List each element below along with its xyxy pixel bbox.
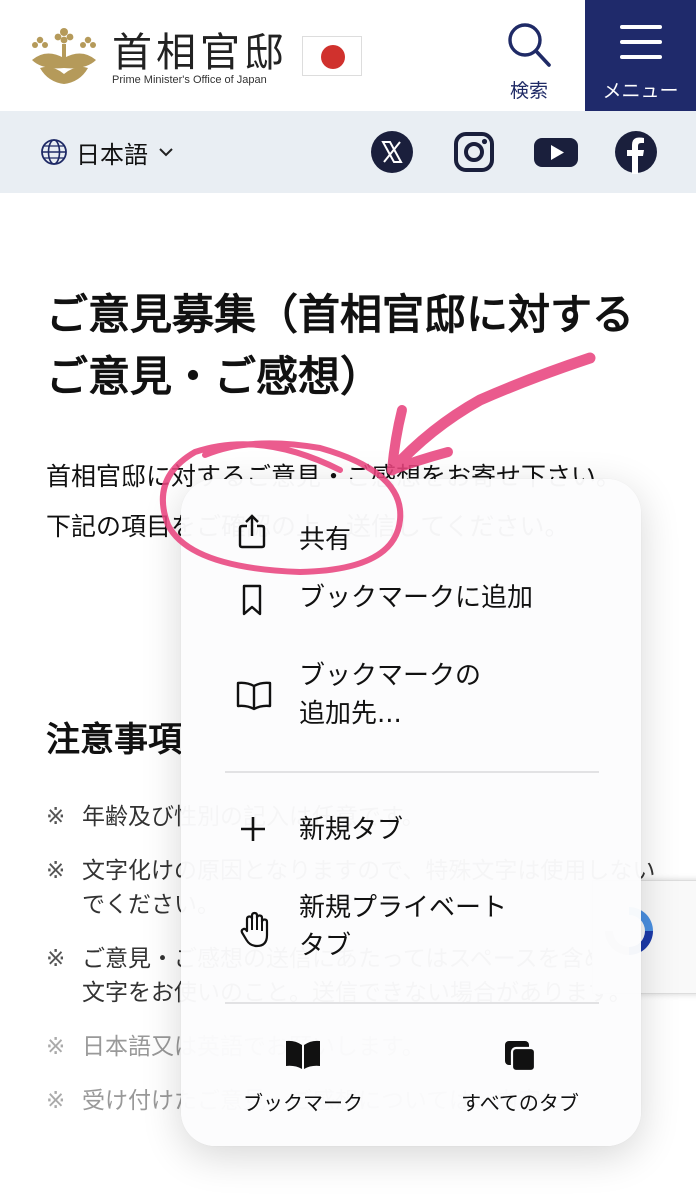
site-logo-subtitle: Prime Minister's Office of Japan: [112, 74, 267, 86]
language-selector[interactable]: 日本語: [40, 135, 174, 169]
menu-item-bookmark-to[interactable]: ブックマークの 追加先...: [181, 657, 641, 733]
paulownia-emblem-icon: [32, 28, 96, 84]
menu-separator: [225, 771, 599, 773]
menu-item-label: 共有: [299, 525, 352, 555]
site-logo-title[interactable]: 首相官邸: [112, 20, 288, 78]
globe-icon: [41, 139, 67, 165]
note-mark: ※: [46, 946, 66, 972]
bookmarks-button[interactable]: ブックマーク: [203, 1029, 403, 1119]
bookmarks-icon: [286, 1040, 320, 1069]
section-heading: 注意事項: [46, 720, 182, 760]
menu-button[interactable]: メニュー: [585, 0, 696, 111]
youtube-icon[interactable]: [533, 130, 579, 174]
browser-context-menu: 共有 ブックマークに追加 ブックマークの 追加先... 新規タブ 新規プライベー…: [181, 479, 641, 1146]
all-tabs-button[interactable]: すべてのタブ: [420, 1029, 620, 1119]
utility-bar: 日本語: [0, 111, 696, 193]
book-icon: [236, 681, 272, 711]
chevron-down-icon: [159, 148, 173, 157]
japan-flag-icon: [302, 36, 362, 76]
menu-item-label: ブックマークに追加: [299, 583, 534, 613]
hand-icon: [240, 911, 269, 948]
search-icon: [508, 23, 551, 67]
tabs-icon: [505, 1041, 537, 1073]
page-title: ご意見募集（首相官邸に対するご意見・ご感想）: [46, 290, 635, 401]
note-mark: ※: [46, 804, 66, 830]
site-header: 首相官邸 Prime Minister's Office of Japan 検索…: [0, 0, 696, 111]
note-mark: ※: [46, 1034, 66, 1060]
hamburger-icon: [620, 25, 662, 70]
note-mark: ※: [46, 1088, 66, 1114]
bookmark-icon: [242, 584, 262, 616]
menu-label: メニュー: [602, 80, 679, 102]
search-button[interactable]: 検索: [494, 16, 564, 102]
menu-item-add-bookmark[interactable]: ブックマークに追加: [181, 577, 641, 629]
menu-item-new-private-tab[interactable]: 新規プライベート タブ: [181, 889, 641, 969]
menu-item-new-tab[interactable]: 新規タブ: [181, 805, 641, 855]
menu-item-share[interactable]: 共有: [181, 499, 641, 563]
x-icon[interactable]: [370, 130, 414, 174]
bookmarks-label: ブックマーク: [243, 1091, 363, 1115]
all-tabs-label: すべてのタブ: [461, 1091, 579, 1115]
plus-icon: [241, 817, 265, 841]
menu-item-label: 新規プライベート タブ: [299, 893, 508, 961]
share-icon: [238, 514, 266, 549]
note-mark: ※: [46, 858, 66, 884]
menu-item-label: ブックマークの 追加先...: [299, 661, 482, 729]
menu-item-label: 新規タブ: [299, 815, 404, 845]
instagram-icon[interactable]: [452, 130, 496, 174]
language-label: 日本語: [76, 140, 148, 169]
menu-separator: [225, 1002, 599, 1004]
facebook-icon[interactable]: [614, 130, 658, 174]
search-label: 検索: [509, 80, 548, 102]
